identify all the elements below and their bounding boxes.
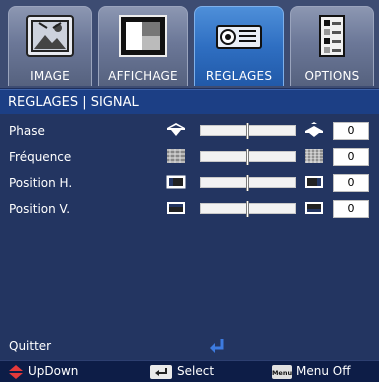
- enter-key-icon: [150, 365, 172, 379]
- tab-image-label: IMAGE: [30, 69, 70, 83]
- h-position-left-icon[interactable]: [166, 174, 186, 190]
- v-position-up-icon[interactable]: [304, 200, 324, 216]
- tab-image[interactable]: IMAGE: [8, 6, 92, 86]
- enter-icon[interactable]: [208, 337, 226, 355]
- quit-row[interactable]: Quitter: [0, 335, 379, 359]
- updown-hint: UpDown: [8, 364, 118, 380]
- select-hint: Select: [150, 364, 250, 380]
- tab-display-label: AFFICHAGE: [108, 69, 178, 83]
- h-position-slider[interactable]: [200, 175, 296, 191]
- quit-label: Quitter: [9, 339, 52, 353]
- updown-text: UpDown: [28, 364, 79, 378]
- section-title-bar: REGLAGES | SIGNAL: [0, 89, 379, 114]
- settings-panel: Phase 0 Fréquence 0 Position H. 0 Positi…: [0, 114, 379, 360]
- tab-options[interactable]: OPTIONS: [290, 6, 374, 86]
- v-position-label: Position V.: [9, 202, 71, 216]
- h-position-label: Position H.: [9, 176, 73, 190]
- phase-label: Phase: [9, 124, 45, 138]
- phase-decrease-icon[interactable]: [166, 122, 186, 138]
- phase-slider[interactable]: [200, 123, 296, 139]
- frequency-decrease-icon[interactable]: [166, 148, 186, 164]
- setting-row-frequency[interactable]: Fréquence 0: [0, 144, 379, 170]
- tab-options-label: OPTIONS: [304, 69, 360, 83]
- h-position-slider-knob[interactable]: [246, 175, 249, 191]
- phase-slider-knob[interactable]: [246, 123, 249, 139]
- projector-icon: [216, 25, 262, 49]
- frequency-slider[interactable]: [200, 149, 296, 165]
- menu-off-hint: Menu Menu Off: [272, 364, 377, 380]
- options-icon: [319, 15, 345, 57]
- page-title: REGLAGES | SIGNAL: [8, 95, 139, 110]
- h-position-value: 0: [333, 174, 369, 192]
- footer-bar: UpDown Select Menu Menu Off: [0, 360, 379, 382]
- frequency-increase-icon[interactable]: [304, 148, 324, 164]
- frequency-value: 0: [333, 148, 369, 166]
- display-icon: [119, 15, 167, 57]
- h-position-right-icon[interactable]: [304, 174, 324, 190]
- tab-settings[interactable]: REGLAGES: [194, 6, 284, 86]
- tab-settings-label: REGLAGES: [205, 69, 273, 83]
- setting-row-v-position[interactable]: Position V. 0: [0, 196, 379, 222]
- v-position-down-icon[interactable]: [166, 200, 186, 216]
- menu-off-text: Menu Off: [296, 364, 351, 378]
- tab-display[interactable]: AFFICHAGE: [98, 6, 188, 86]
- v-position-value: 0: [333, 200, 369, 218]
- v-position-slider-knob[interactable]: [246, 201, 249, 217]
- updown-arrow-icon: [9, 365, 23, 379]
- setting-row-h-position[interactable]: Position H. 0: [0, 170, 379, 196]
- frequency-slider-knob[interactable]: [246, 149, 249, 165]
- menu-key-label: Menu: [272, 369, 292, 377]
- osd-menu: IMAGE AFFICHAGE REGLAGES OPTIONS REGLAGE…: [0, 0, 379, 382]
- menu-key-icon: Menu: [272, 365, 292, 379]
- tab-bar: IMAGE AFFICHAGE REGLAGES OPTIONS: [0, 0, 379, 88]
- phase-increase-icon[interactable]: [304, 122, 324, 138]
- v-position-slider[interactable]: [200, 201, 296, 217]
- picture-icon: [26, 15, 74, 57]
- frequency-label: Fréquence: [9, 150, 72, 164]
- setting-row-phase[interactable]: Phase 0: [0, 118, 379, 144]
- select-text: Select: [177, 364, 215, 378]
- phase-value: 0: [333, 122, 369, 140]
